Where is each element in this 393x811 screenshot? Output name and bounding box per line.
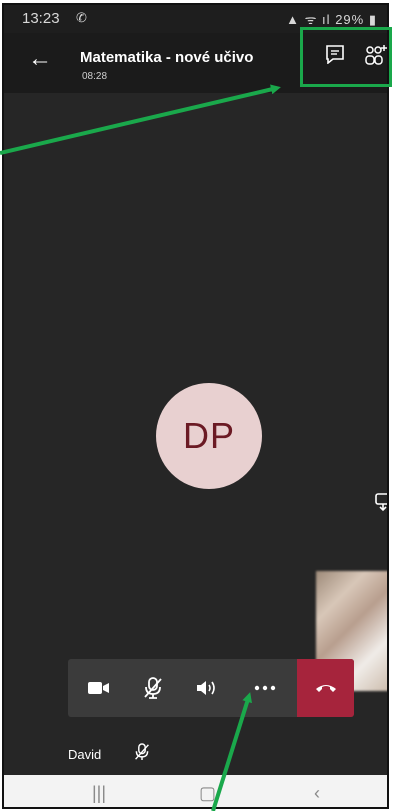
hang-up-button[interactable]: [297, 659, 354, 717]
more-options-icon: [254, 685, 276, 691]
video-stage: DP: [4, 93, 387, 743]
meeting-title: Matematika - nové učivo: [80, 49, 254, 66]
signal-icon: ▲ ᯤ ıl: [286, 12, 331, 27]
home-icon[interactable]: ▢: [199, 783, 216, 804]
speaker-icon: [197, 681, 215, 695]
back-arrow-icon[interactable]: ←: [28, 47, 52, 71]
call-controls: [68, 659, 354, 717]
camera-button[interactable]: [74, 659, 124, 717]
call-duration: 08:28: [82, 71, 108, 82]
participant-name: David: [68, 747, 102, 762]
video-camera-icon: [88, 682, 109, 694]
battery-percent: 29%: [335, 12, 365, 27]
call-screen: 13:23 ✆ ▲ ᯤ ıl 29% ▮ ← Matematika - nové…: [2, 3, 389, 809]
phone-call-icon: ✆: [76, 10, 87, 25]
android-nav-bar: ||| ▢ ‹: [4, 775, 387, 807]
recent-apps-icon[interactable]: |||: [92, 783, 106, 804]
mic-off-icon: [144, 677, 162, 699]
switch-camera-icon[interactable]: [374, 492, 389, 512]
avatar: DP: [156, 383, 262, 489]
nav-back-icon[interactable]: ‹: [314, 783, 320, 804]
speaker-button[interactable]: [182, 659, 232, 717]
hang-up-icon: [315, 685, 336, 692]
header-actions-highlight: [300, 27, 392, 87]
status-time: 13:23: [22, 10, 60, 27]
status-right: ▲ ᯤ ıl 29% ▮: [286, 10, 377, 28]
more-options-button[interactable]: [240, 659, 290, 717]
battery-icon: ▮: [368, 12, 377, 27]
mute-button[interactable]: [128, 659, 178, 717]
participant-mic-off-icon: [135, 743, 149, 760]
